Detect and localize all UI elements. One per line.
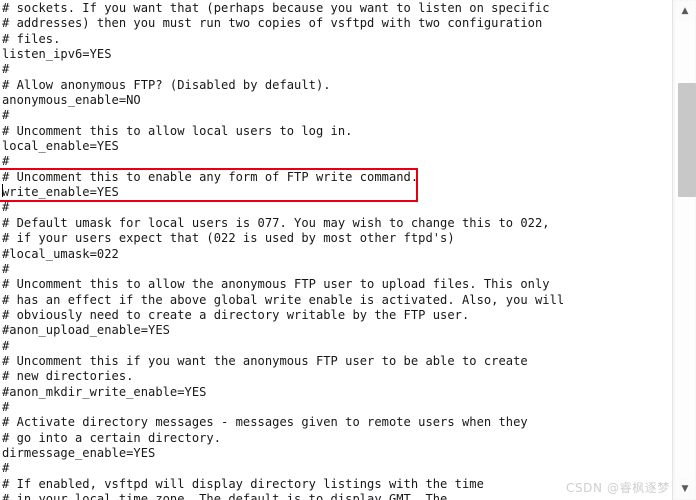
code-line: # new directories. bbox=[2, 369, 134, 384]
code-line: # Activate directory messages - messages… bbox=[2, 415, 528, 430]
code-line: # addresses) then you must run two copie… bbox=[2, 16, 543, 31]
code-line: # files. bbox=[2, 31, 61, 46]
code-line: # sockets. If you want that (perhaps bec… bbox=[2, 1, 550, 15]
scroll-up-button[interactable]: ▲ bbox=[675, 1, 695, 21]
code-line: #anon_upload_enable=YES bbox=[2, 323, 170, 338]
code-line: # bbox=[2, 461, 10, 476]
code-line: anonymous_enable=NO bbox=[2, 93, 141, 108]
code-line: # Uncomment this to enable any form of F… bbox=[2, 169, 419, 184]
code-line: #local_umask=022 bbox=[2, 246, 119, 261]
code-line: # bbox=[2, 338, 10, 353]
text-editor-pane[interactable]: # sockets. If you want that (perhaps bec… bbox=[0, 0, 672, 500]
code-line: # Default umask for local users is 077. … bbox=[2, 215, 550, 230]
code-line: dirmessage_enable=YES bbox=[2, 445, 156, 460]
code-line: # bbox=[2, 154, 10, 169]
csdn-watermark: CSDN @睿枫逐梦 bbox=[565, 481, 670, 495]
code-line: # Uncomment this if you want the anonymo… bbox=[2, 353, 528, 368]
code-line: # bbox=[2, 108, 10, 123]
code-line: # bbox=[2, 200, 10, 215]
scrollbar-thumb[interactable] bbox=[678, 83, 696, 197]
code-line: # Allow anonymous FTP? (Disabled by defa… bbox=[2, 77, 331, 92]
code-line: # go into a certain directory. bbox=[2, 430, 222, 445]
vertical-scrollbar[interactable]: ▲ ▼ bbox=[672, 0, 696, 500]
code-line: # has an effect if the above global writ… bbox=[2, 292, 565, 307]
scroll-down-button[interactable]: ▼ bbox=[675, 479, 695, 499]
code-line: #anon_mkdir_write_enable=YES bbox=[2, 384, 207, 399]
code-line: write_enable=YES bbox=[2, 185, 119, 200]
chevron-up-icon: ▲ bbox=[681, 5, 689, 16]
editor-window: # sockets. If you want that (perhaps bec… bbox=[0, 0, 696, 500]
code-line: # if your users expect that (022 is used… bbox=[2, 231, 455, 246]
scrollbar-track[interactable] bbox=[675, 21, 696, 479]
code-line: # Uncomment this to allow local users to… bbox=[2, 123, 353, 138]
code-line: # bbox=[2, 62, 10, 77]
chevron-down-icon: ▼ bbox=[681, 483, 689, 494]
code-line: listen_ipv6=YES bbox=[2, 47, 112, 62]
text-cursor-caret bbox=[2, 184, 3, 197]
code-line: # Uncomment this to allow the anonymous … bbox=[2, 277, 550, 292]
code-line: # bbox=[2, 261, 10, 276]
code-line: # obviously need to create a directory w… bbox=[2, 307, 470, 322]
code-line: # bbox=[2, 399, 10, 414]
code-line-list: # sockets. If you want that (perhaps bec… bbox=[2, 1, 670, 500]
code-line: local_enable=YES bbox=[2, 139, 119, 154]
